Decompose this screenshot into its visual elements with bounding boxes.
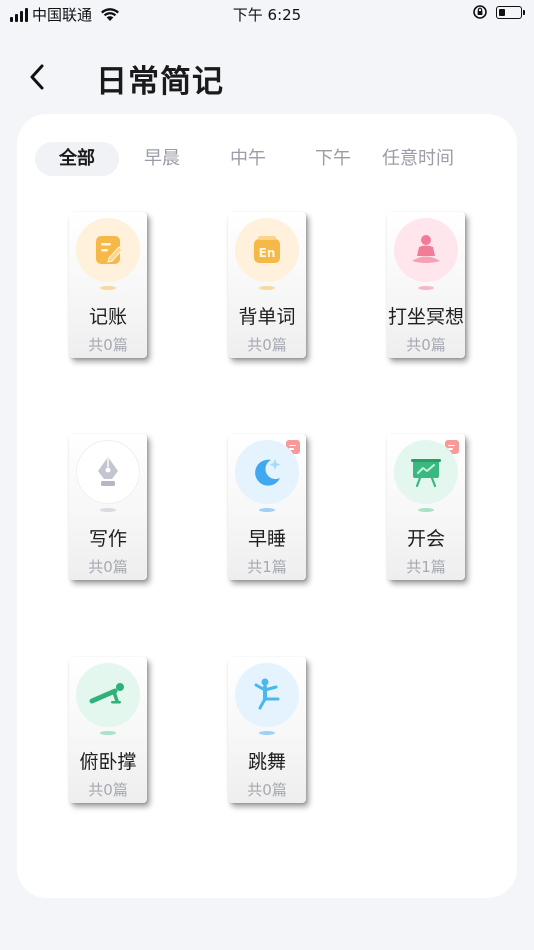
habit-count: 共0篇: [88, 336, 128, 354]
orientation-lock-icon: [473, 5, 487, 19]
page-title: 日常简记: [96, 64, 224, 100]
habit-count: 共0篇: [247, 336, 287, 354]
presentation-board-icon: [411, 459, 441, 488]
habit-item-meditation[interactable]: 打坐冥想 共0篇: [387, 212, 465, 358]
chevron-left-icon: [30, 64, 44, 90]
habit-count: 共0篇: [247, 781, 287, 799]
habit-item-dance[interactable]: 跳舞 共0篇: [228, 657, 306, 803]
icon-bg: [235, 663, 299, 727]
habit-item-meeting[interactable]: 开会 共1篇: [387, 434, 465, 580]
icon-shadow: [259, 286, 275, 290]
icon-shadow: [259, 731, 275, 735]
habit-name: 俯卧撑: [79, 751, 137, 773]
icon-shadow: [259, 508, 275, 512]
habit-count: 共0篇: [88, 781, 128, 799]
push-up-icon: [89, 683, 124, 704]
habit-name: 打坐冥想: [387, 306, 464, 328]
battery-icon: [496, 5, 525, 19]
icon-shadow: [100, 286, 116, 290]
habit-count: 共0篇: [406, 336, 446, 354]
icon-bg: [76, 218, 140, 282]
icon-bg: [394, 218, 458, 282]
habit-item-early-sleep[interactable]: 早睡 共1篇: [228, 434, 306, 580]
icon-shadow: [418, 508, 434, 512]
habit-grid: 记账 共0篇 En 背单词 共0篇 打坐冥想 共0篇 写作 共0篇 早睡 共1篇…: [17, 114, 517, 898]
status-time: 下午 6:25: [232, 6, 302, 24]
habit-item-push-up[interactable]: 俯卧撑 共0篇: [69, 657, 147, 803]
habit-name: 开会: [406, 528, 445, 550]
header: 日常简记: [0, 50, 534, 106]
pen-nib-icon: [98, 457, 118, 486]
icon-shadow: [418, 286, 434, 290]
icon-bg: [76, 663, 140, 727]
icon-shadow: [100, 731, 116, 735]
icon-bg: [235, 440, 299, 504]
journal-card: 全部 早晨 中午 下午 任意时间 记账 共0篇 En 背单词 共0篇 打坐冥想 …: [17, 114, 517, 898]
dance-icon: [254, 678, 280, 710]
habit-name: 写作: [88, 528, 127, 550]
icon-bg: En: [235, 218, 299, 282]
habit-item-writing[interactable]: 写作 共0篇: [69, 434, 147, 580]
status-right: [472, 4, 525, 20]
status-bar: 中国联通 下午 6:25: [0, 0, 534, 28]
icon-bg: [76, 440, 140, 504]
back-button[interactable]: [22, 62, 52, 92]
habit-item-vocabulary[interactable]: En 背单词 共0篇: [228, 212, 306, 358]
habit-name: 早睡: [247, 528, 286, 550]
habit-item-bookkeeping[interactable]: 记账 共0篇: [69, 212, 147, 358]
moon-icon: [255, 459, 281, 486]
habit-name: 记账: [88, 306, 127, 328]
habit-count: 共1篇: [247, 558, 287, 576]
habit-count: 共1篇: [406, 558, 446, 576]
meditation-icon: [412, 235, 440, 263]
icon-bg: [394, 440, 458, 504]
habit-name: 背单词: [238, 306, 296, 328]
habit-name: 跳舞: [247, 751, 286, 773]
icon-shadow: [100, 508, 116, 512]
habit-count: 共0篇: [88, 558, 128, 576]
english-word-icon: En: [254, 236, 280, 263]
edit-note-icon: [96, 236, 123, 264]
svg-text:En: En: [259, 246, 276, 260]
